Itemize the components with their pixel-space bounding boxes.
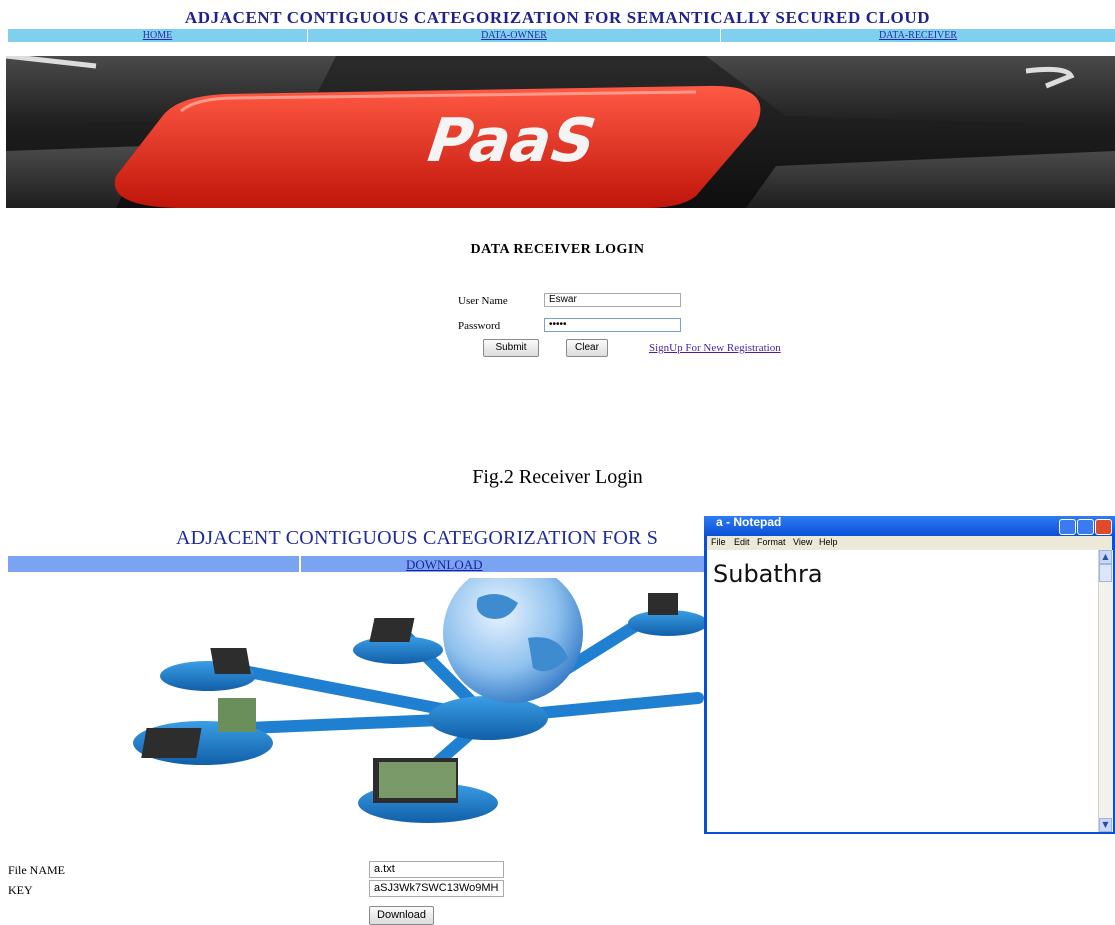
page-title-2: ADJACENT CONTIGUOUS CATEGORIZATION FOR S [176,527,659,549]
notepad-title: a - Notepad [716,515,782,529]
paas-key-text: PaaS [417,105,606,175]
close-icon[interactable] [1095,519,1112,535]
password-label: Password [458,320,501,332]
notepad-menu-bar: File Edit Format View Help [707,536,1112,550]
maximize-icon[interactable] [1077,519,1094,535]
nav-data-receiver-link[interactable]: DATA-RECEIVER [721,29,1115,42]
hero-image-keyboard: PaaS [6,56,1115,208]
download-button[interactable]: Download [369,906,434,925]
menu-help[interactable]: Help [819,537,838,547]
submit-button[interactable]: Submit [483,339,539,357]
file-name-label: File NAME [8,863,65,877]
key-label: KEY [8,883,33,897]
notepad-content: Subathra [713,560,823,588]
figure-caption: Fig.2 Receiver Login [472,466,643,488]
nav-download-link[interactable]: DOWNLOAD [406,557,483,573]
nav-divider [299,556,301,572]
menu-file[interactable]: File [711,537,726,547]
notepad-window: a - Notepad File Edit Format View Help S… [704,516,1115,834]
username-input[interactable]: Eswar [544,293,681,307]
clear-button[interactable]: Clear [566,339,608,357]
password-input[interactable]: ••••• [544,318,681,332]
scroll-down-icon[interactable]: ▼ [1099,818,1112,832]
nav-home-link[interactable]: HOME [8,29,308,42]
signup-link[interactable]: SignUp For New Registration [649,342,781,354]
nav-bar: HOME DATA-OWNER DATA-RECEIVER [8,29,1115,42]
menu-view[interactable]: View [793,537,812,547]
file-name-input[interactable]: a.txt [369,861,504,878]
scroll-up-icon[interactable]: ▲ [1099,550,1112,564]
notepad-text-area[interactable]: Subathra ▲ ▼ [707,550,1113,832]
nav-data-owner-link[interactable]: DATA-OWNER [308,29,721,42]
nav-bar-2 [8,556,708,572]
hero-image-network [88,578,708,823]
key-input[interactable]: aSJ3Wk7SWC13Wo9MH [369,880,504,897]
minimize-icon[interactable] [1059,519,1076,535]
login-heading: DATA RECEIVER LOGIN [470,242,645,257]
menu-edit[interactable]: Edit [734,537,750,547]
scroll-thumb[interactable] [1099,564,1112,582]
vertical-scrollbar[interactable]: ▲ ▼ [1098,550,1113,832]
menu-format[interactable]: Format [757,537,786,547]
username-label: User Name [458,295,508,307]
page-title: ADJACENT CONTIGUOUS CATEGORIZATION FOR S… [184,8,931,27]
notepad-title-bar[interactable]: a - Notepad [704,516,1115,536]
